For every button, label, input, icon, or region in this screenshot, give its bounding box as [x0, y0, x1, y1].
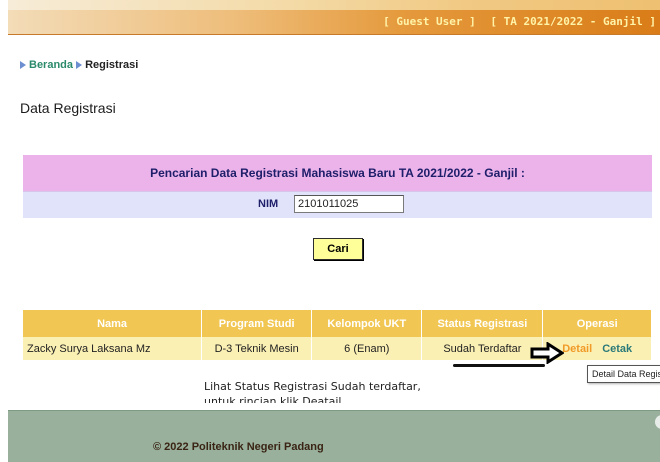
breadcrumb-arrow-icon: [20, 61, 26, 70]
annotation-arrow-icon: [530, 342, 564, 364]
breadcrumb-arrow-icon: [76, 61, 83, 70]
cell-nama: Zacky Surya Laksana Mz: [23, 337, 203, 360]
academic-period-link[interactable]: [ TA 2021/2022 - Ganjil ]: [490, 15, 656, 28]
annotation-note: Lihat Status Registrasi Sudah terdaftar,…: [204, 379, 421, 403]
search-row: NIM: [23, 192, 652, 218]
detail-tooltip: Detail Data Registrasi: [587, 365, 660, 383]
table-header-row: Nama Program Studi Kelompok UKT Status R…: [23, 310, 652, 337]
header-links: [ Guest User ] [ TA 2021/2022 - Ganjil ]: [375, 10, 656, 34]
search-panel: Pencarian Data Registrasi Mahasiswa Baru…: [23, 155, 652, 260]
annotation-underline: [453, 364, 545, 367]
footer: © 2022 Politeknik Negeri Padang: [8, 410, 660, 462]
note-line-1: Lihat Status Registrasi Sudah terdaftar,: [204, 380, 421, 393]
column-header-nama: Nama: [23, 310, 203, 337]
column-header-operasi: Operasi: [542, 310, 652, 337]
nim-input[interactable]: [294, 195, 404, 213]
header-strip: [8, 0, 660, 10]
column-header-kelompok-ukt: Kelompok UKT: [311, 310, 423, 337]
breadcrumb-current: Registrasi: [85, 59, 139, 71]
column-header-status: Status Registrasi: [421, 310, 544, 337]
scroll-top-icon[interactable]: [655, 415, 660, 429]
cell-status: Sudah Terdaftar: [421, 337, 544, 360]
cell-program-studi: D-3 Teknik Mesin: [201, 337, 313, 360]
footer-copyright: © 2022 Politeknik Negeri Padang: [153, 441, 324, 453]
search-button[interactable]: Cari: [313, 238, 363, 260]
column-header-program-studi: Program Studi: [201, 310, 313, 337]
nim-label: NIM: [258, 198, 279, 210]
cetak-link[interactable]: Cetak: [602, 343, 632, 355]
detail-link[interactable]: Detail: [562, 343, 592, 355]
guest-user-link[interactable]: [ Guest User ]: [383, 15, 476, 28]
note-line-2: untuk rincian klik Deatail: [204, 395, 342, 403]
breadcrumb: Beranda Registrasi: [20, 59, 138, 71]
breadcrumb-home-link[interactable]: Beranda: [29, 59, 73, 71]
top-header: [ Guest User ] [ TA 2021/2022 - Ganjil ]: [8, 0, 660, 35]
page-title: Data Registrasi: [20, 100, 116, 116]
cell-kelompok-ukt: 6 (Enam): [311, 337, 423, 360]
search-heading: Pencarian Data Registrasi Mahasiswa Baru…: [23, 155, 652, 192]
